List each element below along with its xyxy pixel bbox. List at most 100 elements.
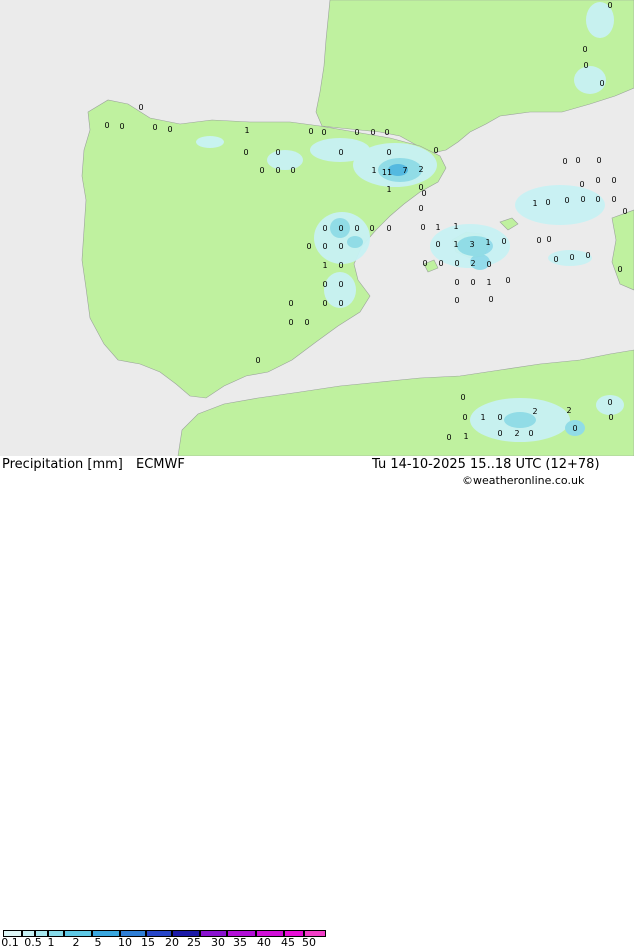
precip-value-label: 2	[514, 429, 519, 438]
precip-value-label: 0	[505, 276, 510, 285]
precip-value-label: 0	[528, 429, 533, 438]
precip-value-label: 7	[402, 166, 407, 175]
precip-value-label: 0	[562, 157, 567, 166]
precip-value-label: 0	[608, 413, 613, 422]
precip-value-label: 0	[462, 413, 467, 422]
precip-value-label: 0	[546, 235, 551, 244]
precip-value-label: 0	[611, 195, 616, 204]
precip-value-label: 0	[438, 259, 443, 268]
colorbar-tick-label: 35	[233, 936, 247, 949]
precip-value-label: 0	[582, 45, 587, 54]
map-title: Precipitation [mm]	[2, 457, 123, 472]
precip-value-label: 0	[322, 299, 327, 308]
precip-value-label: 0	[338, 280, 343, 289]
precip-value-label: 0	[338, 299, 343, 308]
precip-value-label: 0	[354, 224, 359, 233]
precip-value-label: 0	[599, 79, 604, 88]
precip-value-label: 1	[322, 261, 327, 270]
precip-value-label: 0	[275, 148, 280, 157]
precip-value-label: 0	[369, 224, 374, 233]
precip-value-label: 0	[322, 280, 327, 289]
colorbar-tick-label: 50	[302, 936, 316, 949]
precip-value-label: 0	[446, 433, 451, 442]
precip-value-label: 2	[566, 406, 571, 415]
precip-value-label: 0	[321, 128, 326, 137]
colorbar-tick-label: 45	[281, 936, 295, 949]
precip-value-label: 1	[532, 199, 537, 208]
precip-value-label: 0	[454, 259, 459, 268]
colorbar-tick-label: 0.1	[1, 936, 19, 949]
precip-value-label: 0	[338, 242, 343, 251]
precip-value-label: 2	[470, 259, 475, 268]
precip-value-label: 0	[470, 278, 475, 287]
precip-value-label: 0	[595, 195, 600, 204]
precip-value-label: 0	[308, 127, 313, 136]
valid-time: Tu 14-10-2025 15..18 UTC (12+78)	[372, 457, 600, 472]
precip-value-label: 0	[243, 148, 248, 157]
precip-value-label: 0	[422, 259, 427, 268]
colorbar-tick-label: 10	[118, 936, 132, 949]
colorbar-tick-label: 30	[211, 936, 225, 949]
colorbar-tick-label: 25	[187, 936, 201, 949]
colorbar-tick-label: 20	[165, 936, 179, 949]
precip-value-label: 0	[501, 237, 506, 246]
precip-value-label: 0	[579, 180, 584, 189]
precip-value-label: 0	[585, 251, 590, 260]
colorbar-tick-label: 2	[72, 936, 80, 949]
precip-value-label: 0	[421, 189, 426, 198]
precip-value-label: 0	[167, 125, 172, 134]
colorbar-tick-label: 5	[94, 936, 102, 949]
precip-value-label: 0	[433, 146, 438, 155]
credit-text: ©weatheronline.co.uk	[462, 474, 585, 487]
colorbar-tick-label: 1	[47, 936, 55, 949]
colorbar-tick-label: 0.5	[24, 936, 42, 949]
precip-value-label: 0	[583, 61, 588, 70]
precip-value-label: 0	[575, 156, 580, 165]
precip-value-label: 0	[454, 278, 459, 287]
precip-value-label: 3	[469, 240, 474, 249]
precip-value-label: 0	[306, 242, 311, 251]
precip-value-label: 0	[418, 204, 423, 213]
precip-value-label: 1	[435, 223, 440, 232]
precip-value-label: 0	[259, 166, 264, 175]
precip-value-label: 0	[454, 296, 459, 305]
precip-value-label: 0	[564, 196, 569, 205]
precip-value-label: 0	[595, 176, 600, 185]
precip-value-label: 0	[497, 429, 502, 438]
map-footer: Precipitation [mm] ECMWF Tu 14-10-2025 1…	[0, 456, 634, 949]
precip-value-label: 0	[354, 128, 359, 137]
colorbar-tick-label: 15	[141, 936, 155, 949]
precip-value-label: 0	[607, 1, 612, 10]
precipitation-map: 0 0 0 0 0 1 0 0 0 0 0 0 0 0 0 0 0 0 0 1 1 1 7 2 1 0 0 0 0 0 0 0 0 1 1 0 0 0 1 0…	[0, 0, 634, 457]
precip-value-label: 0	[622, 207, 627, 216]
precip-value-label: 0	[420, 223, 425, 232]
precip-value-label: 0	[617, 265, 622, 274]
precip-value-label: 1	[386, 185, 391, 194]
precip-value-label: 0	[497, 413, 502, 422]
precip-value-label: 0	[255, 356, 260, 365]
precip-value-label: 0	[119, 122, 124, 131]
precip-value-label: 1	[463, 432, 468, 441]
colorbar-tick-label: 40	[257, 936, 271, 949]
precip-value-label: 1	[486, 278, 491, 287]
precip-value-label: 1	[480, 413, 485, 422]
precip-value-label: 1	[371, 166, 376, 175]
precip-value-label: 1	[453, 240, 458, 249]
precip-value-label: 0	[338, 261, 343, 270]
precip-value-label: 0	[275, 166, 280, 175]
precip-value-label: 0	[435, 240, 440, 249]
precip-value-label: 1	[485, 238, 490, 247]
precip-value-label: 0	[569, 253, 574, 262]
precip-value-label: 0	[545, 198, 550, 207]
precip-value-label: 2	[532, 407, 537, 416]
precip-value-label: 0	[611, 176, 616, 185]
precip-value-label: 0	[304, 318, 309, 327]
precip-value-label: 0	[322, 224, 327, 233]
precip-value-label: 0	[104, 121, 109, 130]
precip-value-label: 0	[488, 295, 493, 304]
precip-value-label: 0	[607, 398, 612, 407]
precip-value-label: 0	[460, 393, 465, 402]
precip-value-label: 0	[572, 424, 577, 433]
precip-value-label: 0	[290, 166, 295, 175]
precip-value-label: 0	[384, 128, 389, 137]
